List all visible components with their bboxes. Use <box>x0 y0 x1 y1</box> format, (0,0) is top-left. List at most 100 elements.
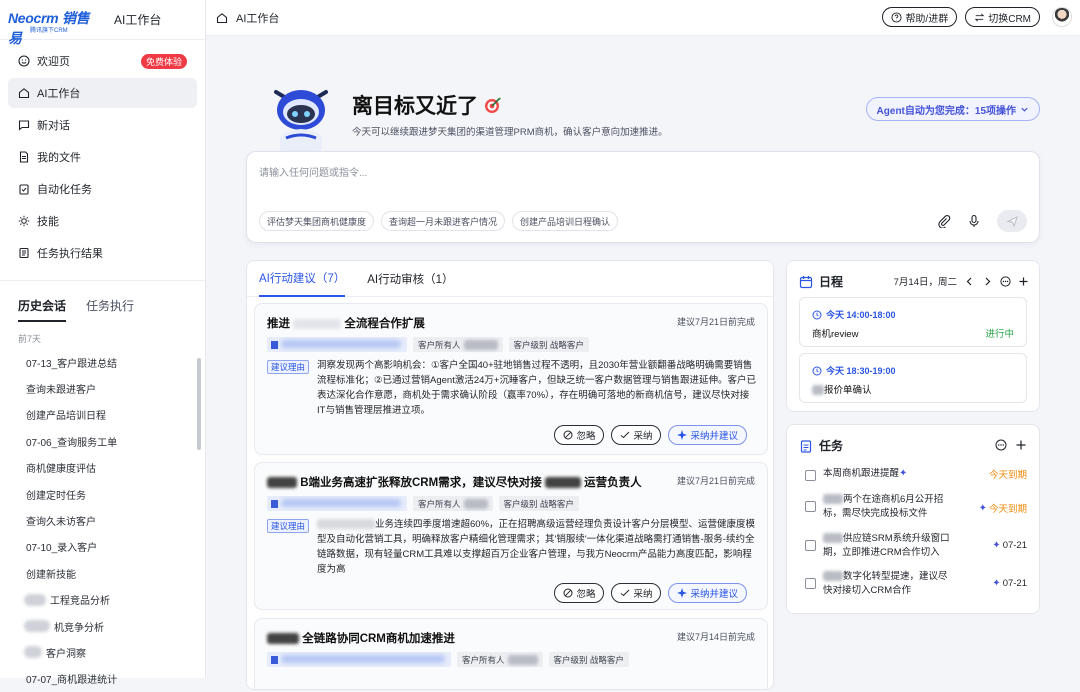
level-tag: 客户级别 战略客户 <box>548 652 629 667</box>
calendar-header: 日程 <box>799 273 843 290</box>
ignore-button[interactable]: 忽略 <box>554 425 605 445</box>
accept-and-suggest-button[interactable]: 采纳并建议 <box>668 583 747 603</box>
reason-text: 业务连续四季度增速超60%，正在招聘高级运营经理负责设计客户分层模型、运营健康度… <box>317 517 757 577</box>
task-text[interactable]: 供应链SRM系统升级窗口期，立即推进CRM合作切入 <box>823 532 953 560</box>
history-item[interactable]: 机竞争分析 <box>0 613 205 639</box>
event-time: 今天 14:00-18:00 <box>812 308 896 321</box>
sun-icon <box>18 215 30 227</box>
hero-title-text: 离目标又近了 <box>352 95 478 118</box>
suggestion-chip[interactable]: 创建产品培训日程确认 <box>512 211 619 231</box>
history-item[interactable]: 工程竞品分析 <box>0 587 205 613</box>
tab-task-execution[interactable]: 任务执行 <box>86 297 134 322</box>
accept-button[interactable]: 采纳 <box>611 425 662 445</box>
suggestion-card[interactable]: 全链路协同CRM商机加速推进 建议7月14日前完成 客户所有人 客户级别 战略客… <box>254 618 768 689</box>
new-chat-icon <box>18 119 30 131</box>
help-button[interactable]: 帮助/进群 <box>882 7 958 27</box>
task-checkbox[interactable] <box>805 501 816 512</box>
agent-summary-dropdown[interactable]: Agent自动为您完成：15项操作 <box>865 97 1040 121</box>
check-icon <box>621 431 630 439</box>
history-item[interactable]: 07-07_商机跟进统计 <box>0 666 205 692</box>
suggestion-card[interactable]: B端业务高速扩张释放CRM需求，建议尽快对接 运营负责人 建议7月21日前完成 … <box>254 462 768 610</box>
history-item[interactable]: 查询久未访客户 <box>0 507 205 533</box>
sidebar-item-task-results[interactable]: 任务执行结果 <box>8 238 197 268</box>
card-title: 推进 全流程合作扩展 <box>267 315 425 331</box>
send-button[interactable] <box>997 210 1027 232</box>
history-item[interactable]: 商机健康度评估 <box>0 455 205 481</box>
owner-tag: 客户所有人 <box>413 496 493 511</box>
chevron-down-icon <box>1021 107 1028 112</box>
sidebar-item-automation[interactable]: 自动化任务 <box>8 174 197 204</box>
calendar-panel: 日程 7月14日，周二 今天 14:00-18:00 商机review 进行中 … <box>786 260 1040 412</box>
add-icon[interactable] <box>1018 276 1029 287</box>
task-checkbox[interactable] <box>805 578 816 589</box>
redaction-blur <box>823 571 843 582</box>
company-tag[interactable] <box>267 652 451 667</box>
ignore-icon <box>563 588 573 598</box>
suggestion-chip[interactable]: 查询超一月未跟进客户情况 <box>381 211 506 231</box>
task-checkbox[interactable] <box>805 540 816 551</box>
clipboard-icon <box>18 183 30 195</box>
history-item[interactable]: 07-13_客户跟进总结 <box>0 349 205 375</box>
history-item[interactable]: 07-06_查询服务工单 <box>0 428 205 454</box>
tab-history-chats[interactable]: 历史会话 <box>18 297 67 322</box>
history-item[interactable]: 07-10_录入客户 <box>0 534 205 560</box>
calendar-event[interactable]: 今天 18:30-19:00 报价单确认 <box>799 353 1027 403</box>
sparkle-icon <box>677 430 688 440</box>
building-icon <box>271 655 278 664</box>
suggestion-card[interactable]: 推进 全流程合作扩展 建议7月21日前完成 客户所有人 客户级别 战略客户 建议… <box>254 303 768 455</box>
prompt-input[interactable] <box>259 164 1019 182</box>
history-item[interactable]: 客户洞察 <box>0 639 205 665</box>
ignore-button[interactable]: 忽略 <box>554 583 605 603</box>
logo-row: Neocrm 销售易 腾讯旗下CRM AI工作台 <box>0 0 205 46</box>
sidebar-item-skills[interactable]: 技能 <box>8 206 197 236</box>
calendar-title: 日程 <box>819 275 844 289</box>
accept-button[interactable]: 采纳 <box>611 583 662 603</box>
attachment-icon[interactable] <box>937 214 951 228</box>
owner-tag: 客户所有人 <box>413 337 503 352</box>
chevron-left-icon[interactable] <box>964 276 975 287</box>
tab-ai-suggestions[interactable]: AI行动建议（7） <box>259 261 346 297</box>
company-tag[interactable] <box>267 496 407 511</box>
task-text[interactable]: 数字化转型提速，建议尽快对接切入CRM合作 <box>823 570 953 598</box>
accept-and-suggest-button[interactable]: 采纳并建议 <box>668 425 747 445</box>
task-text[interactable]: 本周商机跟进提醒✦ <box>823 467 953 481</box>
history-item-label: 工程竞品分析 <box>50 596 110 608</box>
brand-logo[interactable]: Neocrm 销售易 腾讯旗下CRM <box>8 5 100 46</box>
event-status: 进行中 <box>985 329 1014 340</box>
history-item[interactable]: 创建新技能 <box>0 560 205 586</box>
avatar[interactable] <box>1052 7 1072 27</box>
calendar-event[interactable]: 今天 14:00-18:00 商机review 进行中 <box>799 297 1027 347</box>
sidebar-item-label: 欢迎页 <box>37 56 70 68</box>
history-item[interactable]: 创建定时任务 <box>0 481 205 507</box>
event-name-label: 报价单确认 <box>824 385 872 396</box>
sidebar-item-label: 技能 <box>37 216 59 228</box>
chevron-right-icon[interactable] <box>982 276 993 287</box>
hero-title: 离目标又近了 <box>352 90 502 120</box>
sidebar-item-label: 任务执行结果 <box>37 248 103 260</box>
suggestion-chip[interactable]: 评估梦天集团商机健康度 <box>259 211 375 231</box>
more-icon[interactable] <box>995 439 1007 451</box>
history-item[interactable]: 创建产品培训日程 <box>0 402 205 428</box>
task-checkbox[interactable] <box>805 470 816 481</box>
task-text[interactable]: 两个在途商机6月公开招标，需尽快完成投标文件 <box>823 493 953 521</box>
sidebar-item-ai-workbench[interactable]: AI工作台 <box>8 78 197 108</box>
switch-crm-button[interactable]: 切换CRM <box>965 7 1040 27</box>
history-list: 07-13_客户跟进总结 查询未跟进客户 创建产品培训日程 07-06_查询服务… <box>0 349 205 692</box>
more-icon[interactable] <box>1000 275 1011 287</box>
free-trial-badge[interactable]: 免费体验 <box>140 54 187 69</box>
top-bar: AI工作台 帮助/进群 切换CRM <box>206 0 1080 36</box>
company-tag[interactable] <box>267 337 407 352</box>
history-item-label: 客户洞察 <box>46 648 86 660</box>
sidebar-item-new-chat[interactable]: 新对话 <box>8 110 197 140</box>
reason-text: 洞察发现两个高影响机会：①客户全国40+驻地销售过程不透明，且2030年营业额翻… <box>317 360 756 416</box>
sidebar-item-my-files[interactable]: 我的文件 <box>8 142 197 172</box>
sidebar-item-label: 自动化任务 <box>37 184 92 196</box>
sidebar-scrollbar[interactable] <box>197 358 201 450</box>
sidebar-item-welcome[interactable]: 欢迎页 免费体验 <box>8 46 197 76</box>
card-actions: 忽略 采纳 采纳并建议 <box>554 425 747 445</box>
add-icon[interactable] <box>1015 439 1027 451</box>
tab-ai-review[interactable]: AI行动审核（1） <box>367 261 453 297</box>
microphone-icon[interactable] <box>967 214 981 228</box>
owner-tag-label: 客户所有人 <box>418 498 461 509</box>
history-item[interactable]: 查询未跟进客户 <box>0 375 205 401</box>
